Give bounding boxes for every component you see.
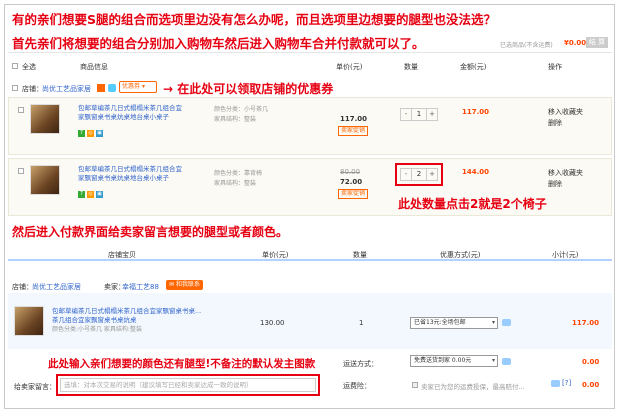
item-checkbox[interactable] — [18, 168, 24, 174]
annotation-line2: 首先亲们将想要的组合分别加入购物车然后进入购物车合并付款就可以了。 — [12, 36, 425, 51]
order-col-qty: 数量 — [353, 251, 367, 259]
delete-link[interactable]: 删除 — [548, 179, 562, 189]
item-title[interactable]: 包邮草编茶几日式榻榻米茶几组合宜家飘窗桌书桌炕桌地台桌小桌子 — [78, 165, 188, 183]
insurance-checkbox[interactable] — [412, 382, 418, 388]
qty-value[interactable]: 2 — [411, 169, 427, 180]
item-color: 颜色分类：小号茶几 — [214, 106, 269, 113]
item-amount: 144.00 — [462, 168, 490, 176]
col-select-all: 全选 — [22, 63, 36, 71]
annotation-input: 此处输入亲们想要的颜色还有腿型!不备注的默认发主图款 — [48, 358, 316, 370]
message-placeholder: 选填：对本次交易的说明（建议填写已经和卖家达成一致的说明） — [64, 381, 253, 389]
order-header-bar — [8, 245, 612, 261]
delete-link[interactable]: 删除 — [548, 118, 562, 128]
col-unit-price: 单价(元) — [336, 63, 363, 71]
order-item-color: 颜色分类:小号茶几 家具结构:整装 — [52, 326, 142, 333]
insurance-label: 运费险： — [343, 382, 371, 390]
product-thumbnail[interactable] — [30, 165, 60, 195]
qty-minus-button[interactable]: - — [401, 169, 411, 180]
message-input[interactable]: 选填：对本次交易的说明（建议填写已经和卖家达成一致的说明） — [60, 378, 316, 392]
insurance-info-icon[interactable] — [551, 380, 560, 387]
seller-name[interactable]: 幸福工艺88 — [122, 282, 159, 292]
shop-badge-icon — [97, 84, 105, 92]
discount-select-value: 已省13元:全场包邮 — [414, 319, 466, 326]
qty-plus-button[interactable]: + — [427, 109, 437, 120]
order-subtotal: 117.00 — [572, 319, 600, 327]
qty-plus-button[interactable]: + — [427, 169, 437, 180]
insurance-text: 卖家已为您的运费投保，最高赔付... — [421, 383, 525, 391]
chevron-down-icon: ▾ — [141, 83, 145, 90]
help-icon[interactable]: [?] — [562, 379, 571, 387]
col-qty: 数量 — [404, 63, 418, 71]
seller-promo-button[interactable]: 卖家促销 — [338, 189, 369, 199]
badge-7-icon: 7 — [78, 191, 85, 198]
message-label: 给卖家留言： — [14, 383, 56, 391]
item-structure: 家具结构：整装 — [214, 180, 257, 187]
original-price: 80.00 — [340, 168, 361, 176]
quantity-stepper[interactable]: - 2 + — [400, 168, 438, 181]
col-actions: 操作 — [548, 63, 562, 71]
col-amount: 金额(元) — [460, 63, 487, 71]
contact-button[interactable]: ✉ 和我联系 — [166, 280, 203, 290]
col-item-info: 商品信息 — [80, 63, 108, 71]
shipping-select[interactable]: 免费送货到家 0.00元 — [410, 355, 498, 367]
annotation-line1: 有的亲们想要S腿的组合而选项里边没有怎么办呢，而且选项里边想要的腿型也没法选？ — [12, 12, 497, 27]
shipping-select-value: 免费送货到家 0.00元 — [414, 357, 472, 364]
insurance-price: 0.00 — [582, 381, 600, 389]
item-color: 颜色分类：靠背椅 — [214, 170, 263, 177]
discount-info-icon[interactable] — [502, 319, 511, 326]
product-thumbnail[interactable] — [30, 104, 60, 134]
order-col-items: 店铺宝贝 — [108, 251, 136, 259]
contact-label: 和我联系 — [175, 281, 200, 288]
shop-name[interactable]: 尚优工艺品家居 — [42, 84, 91, 94]
order-shop-label: 店铺： — [12, 283, 33, 291]
order-col-discount: 优惠方式(元) — [440, 251, 481, 259]
coupon-label: 优惠券 — [122, 83, 141, 90]
qty-minus-button[interactable]: - — [401, 109, 411, 120]
qty-value[interactable]: 1 — [411, 109, 427, 120]
selected-total: ¥0.00 — [564, 39, 587, 47]
selected-total-label: 已选商品(不含运费) — [500, 42, 553, 49]
order-product-thumbnail[interactable] — [14, 306, 44, 336]
quantity-stepper[interactable]: - 1 + — [400, 108, 438, 121]
shipping-label: 运送方式： — [343, 360, 378, 368]
item-title[interactable]: 包邮草编茶几日式榻榻米茶几组合宜家飘窗桌书桌炕桌地台桌小桌子 — [78, 104, 188, 122]
item-structure: 家具结构：整装 — [214, 116, 257, 123]
order-unit-price: 130.00 — [260, 319, 285, 327]
annotation-message: 然后进入付款界面给卖家留言想要的腿型或者颜色。 — [12, 225, 289, 239]
shipping-info-icon[interactable] — [502, 358, 511, 365]
unit-price: 117.00 — [340, 115, 368, 123]
annotation-coupon: → 在此处可以领取店铺的优惠券 — [163, 82, 334, 96]
move-to-favorites-link[interactable]: 移入收藏夹 — [548, 168, 583, 178]
chat-icon[interactable] — [108, 84, 116, 92]
item-amount: 117.00 — [462, 108, 490, 116]
badge-credit-icon: ▣ — [96, 130, 103, 137]
badge-guarantee-icon: ◎ — [87, 191, 94, 198]
seller-promo-button[interactable]: 卖家促销 — [338, 126, 369, 136]
order-col-subtotal: 小计(元) — [552, 251, 579, 259]
badge-credit-icon: ▣ — [96, 191, 103, 198]
order-col-price: 单价(元) — [262, 251, 289, 259]
select-all-checkbox[interactable] — [12, 63, 18, 69]
badge-guarantee-icon: ◎ — [87, 130, 94, 137]
order-shop-name[interactable]: 尚优工艺品家居 — [32, 282, 81, 292]
badge-7-icon: 7 — [78, 130, 85, 137]
item-checkbox[interactable] — [18, 107, 24, 113]
annotation-qty: 此处数量点击2就是2个椅子 — [398, 197, 547, 211]
unit-price: 72.00 — [340, 178, 363, 186]
chat-icon: ✉ — [169, 281, 175, 288]
order-item-title-line2[interactable]: 茶几组合宜家飘窗桌书桌炕桌 — [52, 314, 137, 324]
shipping-price: 0.00 — [582, 358, 600, 366]
shop-label: 店铺： — [22, 85, 43, 93]
shop-checkbox[interactable] — [12, 85, 18, 91]
order-qty: 1 — [359, 319, 364, 327]
discount-select[interactable]: 已省13元:全场包邮 — [410, 317, 498, 329]
move-to-favorites-link[interactable]: 移入收藏夹 — [548, 107, 583, 117]
coupon-button[interactable]: 优惠券 ▾ — [119, 81, 157, 93]
checkout-button[interactable]: 结 算 — [586, 37, 608, 48]
